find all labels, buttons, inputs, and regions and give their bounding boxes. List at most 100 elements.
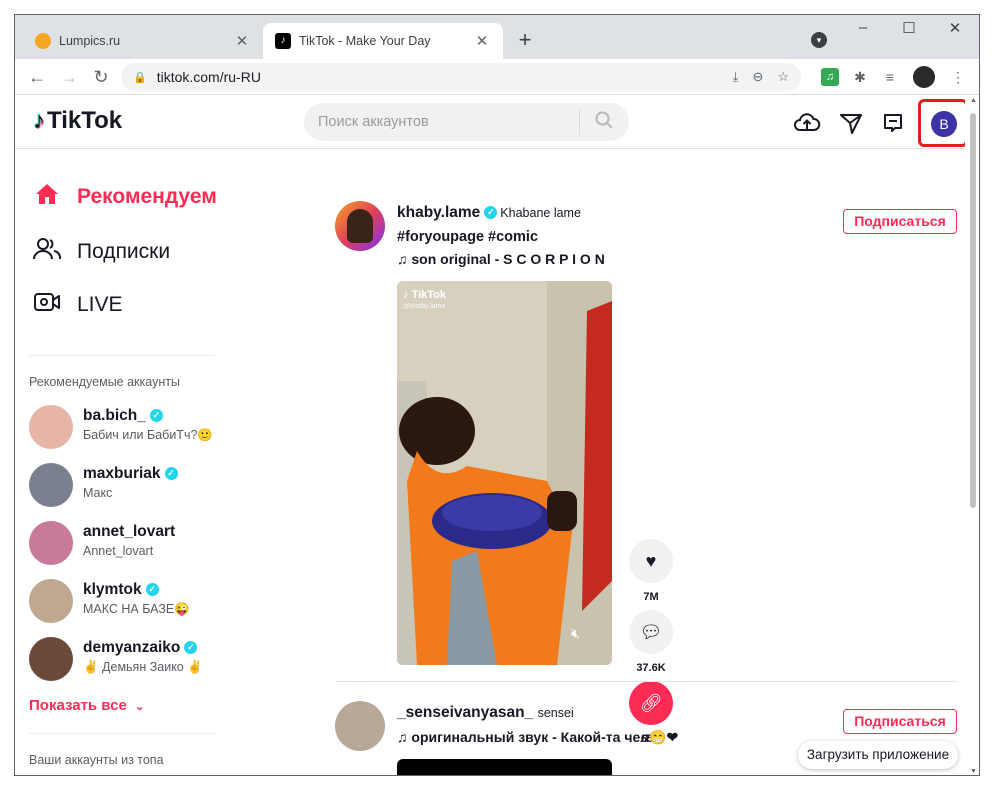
chevron-down-icon: ⌄ <box>135 701 145 713</box>
close-window-button[interactable]: ✕ <box>933 19 977 37</box>
new-tab-button[interactable]: + <box>513 29 537 53</box>
media-control-icon[interactable]: ≡ <box>881 68 899 86</box>
like-count: 7M <box>643 591 659 603</box>
profile-highlight-box: B <box>918 99 965 147</box>
sidebar-account[interactable]: demyanzaiko ✓ ✌️ Демьян Заико ✌️ <box>29 637 229 685</box>
post-nickname: sensei <box>537 706 574 720</box>
get-app-button[interactable]: Загрузить приложение <box>798 741 958 769</box>
tiktok-note-icon: ♪ <box>403 289 409 301</box>
post-author[interactable]: khaby.lame ✓ Khabane lame <box>397 204 581 222</box>
extensions-puzzle-icon[interactable]: ✱ <box>851 68 869 86</box>
nav-live[interactable]: LIVE <box>33 291 123 319</box>
page-scrollbar[interactable]: ▲ ▼ <box>967 97 979 775</box>
account-subtitle: МАКС НА БАЗЕ😜 <box>83 602 190 616</box>
forward-button[interactable]: → <box>57 65 81 89</box>
users-icon <box>33 237 62 267</box>
top-accounts-heading: Ваши аккаунты из топа <box>29 753 164 767</box>
url-text[interactable]: tiktok.com/ru-RU <box>157 69 719 85</box>
lumpics-favicon-icon <box>35 33 51 49</box>
show-all-label: Показать все <box>29 697 127 714</box>
tiktok-favicon-icon: ♪ <box>275 33 291 49</box>
profile-avatar[interactable] <box>913 66 935 88</box>
sidebar-account[interactable]: maxburiak ✓ Макс <box>29 463 229 511</box>
maximize-button[interactable]: ☐ <box>887 19 931 37</box>
lock-icon[interactable]: 🔒 <box>133 71 147 84</box>
post-author-avatar[interactable] <box>335 201 385 251</box>
verified-icon: ✓ <box>164 467 178 480</box>
follow-button[interactable]: Подписаться <box>843 209 957 234</box>
like-action: ♥ 7M <box>629 539 673 603</box>
tiktok-page: ♪ TikTok B <box>15 95 965 775</box>
account-name: demyanzaiko ✓ <box>83 639 198 657</box>
feed-post: khaby.lame ✓ Khabane lame #foryoupage #com… <box>335 201 957 745</box>
post-music[interactable]: ♫ оригинальный звук - Какой-та чел😁❤ <box>397 729 678 746</box>
upload-cloud-icon[interactable] <box>793 109 821 137</box>
scroll-down-icon[interactable]: ▼ <box>970 768 977 775</box>
address-bar[interactable]: 🔒 tiktok.com/ru-RU ⤓ ⊖ ☆ <box>121 63 801 91</box>
account-avatar <box>29 463 73 507</box>
post-music[interactable]: ♫ son original - S C O R P I O N <box>397 251 605 267</box>
video-player[interactable]: ♪ TikTok @khaby.lame 🔇︎ <box>397 281 612 665</box>
post-author-avatar[interactable] <box>335 701 385 751</box>
sidebar: Рекомендуем Подписки LIVE Рекомендуемые … <box>29 149 229 775</box>
post-username: khaby.lame <box>397 204 481 221</box>
verified-icon: ✓ <box>184 641 198 654</box>
account-name: maxburiak ✓ <box>83 465 178 483</box>
home-icon <box>33 183 61 211</box>
post-description[interactable]: #foryoupage #comic <box>397 229 538 245</box>
video-player[interactable] <box>397 759 612 775</box>
account-avatar <box>29 405 73 449</box>
tab-title: Lumpics.ru <box>59 34 121 48</box>
bookmark-star-icon[interactable]: ☆ <box>777 69 789 85</box>
account-name: annet_lovart <box>83 523 176 540</box>
comment-icon[interactable]: 💬︎ <box>629 610 673 654</box>
logo-text: TikTok <box>47 107 123 134</box>
heart-icon[interactable]: ♥ <box>629 539 673 583</box>
verified-icon: ✓ <box>149 409 163 422</box>
tab-strip: Lumpics.ru ✕ ♪ TikTok - Make Your Day ✕ … <box>15 15 979 59</box>
account-name: klymtok ✓ <box>83 581 159 599</box>
post-author[interactable]: _senseivanyasan_ sensei <box>397 704 574 722</box>
reload-button[interactable]: ↻ <box>89 65 113 89</box>
live-icon <box>33 291 61 319</box>
search-box <box>304 103 629 141</box>
sidebar-account[interactable]: ba.bich_ ✓ Бабич или БабиТч?🙂 <box>29 405 229 453</box>
music-extension-icon[interactable]: ♫ <box>821 68 839 86</box>
search-input[interactable] <box>304 114 579 130</box>
mute-icon[interactable]: 🔇︎ <box>571 625 580 642</box>
back-button[interactable]: ← <box>25 65 49 89</box>
install-app-icon[interactable]: ⤓ <box>733 69 739 85</box>
close-tab-icon[interactable]: ✕ <box>473 32 491 50</box>
account-avatar <box>29 579 73 623</box>
inbox-icon[interactable] <box>879 109 907 137</box>
nav-following[interactable]: Подписки <box>33 237 170 267</box>
nav-label: Подписки <box>77 240 171 263</box>
show-all-link[interactable]: Показать все ⌄ <box>29 697 144 714</box>
follow-button[interactable]: Подписаться <box>843 709 957 734</box>
recommended-accounts-heading: Рекомендуемые аккаунты <box>29 375 180 389</box>
account-subtitle: Annet_lovart <box>83 544 154 558</box>
watermark-user: @khaby.lame <box>403 303 446 310</box>
search-icon[interactable] <box>580 110 628 135</box>
close-tab-icon[interactable]: ✕ <box>233 32 251 50</box>
minimize-button[interactable]: – <box>841 19 885 36</box>
video-watermark: ♪ TikTok @khaby.lame <box>403 289 446 310</box>
tab-lumpics[interactable]: Lumpics.ru ✕ <box>23 23 263 59</box>
nav-recommended[interactable]: Рекомендуем <box>33 183 217 211</box>
browser-toolbar: ← → ↻ 🔒 tiktok.com/ru-RU ⤓ ⊖ ☆ ♫ ✱ ≡ ⋮ <box>15 59 979 95</box>
tiktok-header: ♪ TikTok B <box>15 95 965 149</box>
account-subtitle: ✌️ Демьян Заико ✌️ <box>83 660 203 674</box>
scroll-thumb[interactable] <box>970 113 976 508</box>
sidebar-account[interactable]: annet_lovart Annet_lovart <box>29 521 229 569</box>
tab-search-icon[interactable]: ▾ <box>811 32 827 48</box>
zoom-icon[interactable]: ⊖ <box>752 69 763 85</box>
menu-kebab-icon[interactable]: ⋮ <box>949 68 967 86</box>
scroll-up-icon[interactable]: ▲ <box>970 97 977 104</box>
tiktok-logo[interactable]: ♪ TikTok <box>33 107 122 135</box>
messages-send-icon[interactable] <box>837 109 865 137</box>
sidebar-account[interactable]: klymtok ✓ МАКС НА БАЗЕ😜 <box>29 579 229 627</box>
account-name: ba.bich_ ✓ <box>83 407 163 425</box>
feed-divider <box>335 681 957 682</box>
user-avatar[interactable]: B <box>931 111 957 137</box>
tab-tiktok[interactable]: ♪ TikTok - Make Your Day ✕ <box>263 23 503 59</box>
